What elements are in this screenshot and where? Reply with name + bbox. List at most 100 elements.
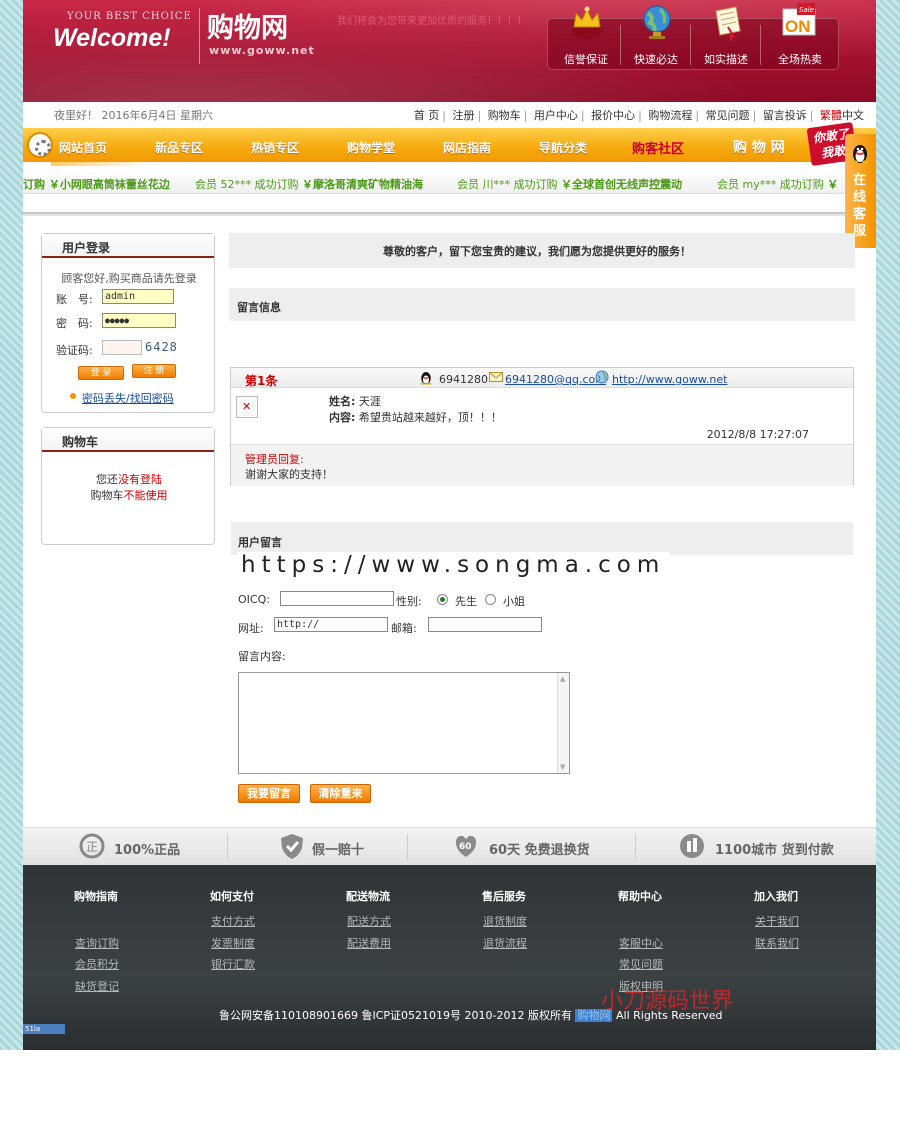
cod-city-icon bbox=[680, 834, 704, 858]
shield-check-icon bbox=[281, 834, 303, 859]
register-button[interactable]: 注 册 bbox=[132, 364, 176, 378]
email-input[interactable] bbox=[428, 617, 542, 632]
nav-school[interactable]: 购物学堂 bbox=[347, 139, 395, 156]
ticker-item[interactable]: 会员 52*** 成功订购 ￥摩洛哥清爽矿物精油海 bbox=[195, 176, 423, 192]
reset-form-button[interactable]: 清除重来 bbox=[310, 784, 371, 803]
gender-label: 性别: bbox=[396, 595, 422, 608]
message-email-link[interactable]: 6941280@qq.com bbox=[505, 373, 606, 386]
return-60-icon: 60 bbox=[455, 835, 477, 857]
footer-link[interactable]: 常见问题 bbox=[619, 956, 663, 972]
captcha-input[interactable] bbox=[102, 340, 142, 355]
gender-female-label[interactable]: 小姐 bbox=[503, 593, 525, 609]
stats-badge[interactable]: 51la bbox=[23, 1024, 65, 1034]
footer-link[interactable]: 联系我们 bbox=[755, 935, 799, 951]
oicq-input[interactable] bbox=[280, 591, 394, 606]
top-bar: 夜里好！ 2016年6月4日 星期六 首 页 | 注册 | 购物车 | 用户中心 | 报… bbox=[23, 102, 876, 124]
nav-brand[interactable]: 购 物 网 bbox=[733, 137, 785, 157]
watermark-text: https://www.songma.com bbox=[237, 552, 670, 578]
content-label: 留言内容: bbox=[238, 650, 286, 663]
nav-community[interactable]: 购客社区 bbox=[632, 138, 684, 157]
footer-col-title: 帮助中心 bbox=[618, 890, 662, 903]
cart-box: 购物车 您还没有登陆 购物车不能使用 bbox=[41, 427, 215, 545]
content-textarea[interactable] bbox=[238, 672, 570, 774]
globe-icon bbox=[643, 5, 671, 39]
cart-title: 购物车 bbox=[62, 435, 99, 449]
nav-category[interactable]: 导航分类 bbox=[539, 139, 587, 156]
badge-fast[interactable]: 快速必达 bbox=[622, 5, 690, 71]
background-left bbox=[0, 0, 23, 1050]
notice-text: 尊敬的客户，留下您宝贵的建议，我们愿为您提供更好的服务！ bbox=[383, 245, 691, 258]
password-input[interactable]: ●●●●● bbox=[102, 313, 176, 328]
toplink-user-center[interactable]: 用户中心 bbox=[534, 109, 578, 122]
submit-message-button[interactable]: 我要留言 bbox=[238, 784, 300, 803]
genuine-icon: 正 bbox=[79, 833, 105, 859]
nav-hot[interactable]: 热销专区 bbox=[251, 139, 299, 156]
captcha-image[interactable]: 6428 bbox=[145, 340, 178, 354]
ticker-item[interactable]: 会员 my*** 成功订购 ￥ bbox=[717, 176, 838, 192]
notice-strip: 尊敬的客户，留下您宝贵的建议，我们愿为您提供更好的服务！ bbox=[229, 233, 855, 268]
toplink-faq[interactable]: 常见问题 bbox=[706, 109, 750, 122]
toplink-cart[interactable]: 购物车 bbox=[488, 109, 521, 122]
form-title: 用户留言 bbox=[238, 536, 282, 549]
login-button[interactable]: 登 录 bbox=[78, 366, 124, 380]
footer-link[interactable]: 配送方式 bbox=[347, 913, 391, 929]
top-links: 首 页 | 注册 | 购物车 | 用户中心 | 报价中心 | 购物流程 | 常见问题 | 留言… bbox=[413, 109, 864, 122]
badge-describe[interactable]: 如实描述 bbox=[692, 6, 760, 71]
lost-password-link[interactable]: 密码丢失/找回密码 bbox=[70, 390, 174, 406]
scroll-icon bbox=[715, 6, 741, 41]
below-page-area bbox=[0, 1050, 900, 1133]
nav-new[interactable]: 新品专区 bbox=[155, 139, 203, 156]
footer-link[interactable]: 查询订购 bbox=[75, 935, 119, 951]
home-gear-icon bbox=[27, 132, 53, 158]
footer-link[interactable]: 关于我们 bbox=[755, 913, 799, 929]
footer-link[interactable]: 支付方式 bbox=[211, 913, 255, 929]
badge-sale[interactable]: Sale ON 全场热卖 bbox=[766, 3, 834, 71]
toplink-traditional[interactable]: 繁體 bbox=[820, 109, 842, 122]
gender-male-radio[interactable] bbox=[437, 594, 448, 605]
footer-link[interactable]: 退货制度 bbox=[483, 913, 527, 929]
nav-guide[interactable]: 网店指南 bbox=[443, 139, 491, 156]
broken-image-icon bbox=[236, 396, 258, 418]
textarea-scrollbar[interactable] bbox=[557, 673, 569, 773]
ticker-item[interactable]: 会员 川*** 成功订购 ￥全球首创无线声控震动 bbox=[457, 176, 682, 192]
toplink-register[interactable]: 注册 bbox=[452, 109, 474, 122]
url-input[interactable]: http:// bbox=[274, 617, 388, 632]
gender-male-label[interactable]: 先生 bbox=[455, 593, 477, 609]
message-name: 姓名: 天涯 bbox=[329, 395, 381, 408]
logo-site-name[interactable]: 购物网 bbox=[207, 6, 288, 45]
toplink-simplified[interactable]: 中文 bbox=[842, 109, 864, 122]
toplink-shopping-flow[interactable]: 购物流程 bbox=[648, 109, 692, 122]
badge-credit[interactable]: 信誉保证 bbox=[552, 6, 620, 71]
toplink-home[interactable]: 首 页 bbox=[414, 109, 440, 122]
nav-home[interactable]: 网站首页 bbox=[59, 139, 107, 156]
url-label: 网址: bbox=[238, 622, 264, 635]
footer-link[interactable]: 退货流程 bbox=[483, 935, 527, 951]
sale-on-icon: Sale ON bbox=[782, 3, 816, 36]
footer-col-title: 购物指南 bbox=[74, 890, 118, 903]
footer-link[interactable]: 发票制度 bbox=[211, 935, 255, 951]
footer-link[interactable]: 会员积分 bbox=[75, 956, 119, 972]
ticker-item[interactable]: 订购 ￥小网眼高筒袜蕾丝花边 bbox=[23, 176, 170, 192]
crown-icon bbox=[572, 6, 602, 39]
login-title: 用户登录 bbox=[62, 241, 111, 255]
copyright-link[interactable]: 购物网 bbox=[575, 1009, 613, 1022]
footer-col-title: 加入我们 bbox=[754, 890, 798, 903]
password-label: 密 码: bbox=[56, 317, 93, 330]
main-nav: 网站首页 新品专区 热销专区 购物学堂 网店指南 导航分类 购客社区 购 物 网 bbox=[23, 128, 876, 162]
logo-welcome[interactable]: Welcome! bbox=[53, 24, 171, 53]
account-input[interactable]: admin bbox=[102, 289, 174, 304]
footer-link[interactable]: 客服中心 bbox=[619, 935, 663, 951]
footer-link[interactable]: 缺货登记 bbox=[75, 978, 119, 994]
login-tip: 顾客您好,购买商品请先登录 bbox=[61, 272, 197, 285]
logo-url: www.goww.net bbox=[209, 44, 315, 57]
message-item: 第1条 6941280 6941280@qq.com http://www.go… bbox=[230, 367, 854, 486]
footer-link[interactable]: 配送费用 bbox=[347, 935, 391, 951]
footer-copyright: 鲁公网安备110108901669 鲁ICP证0521019号 2010-201… bbox=[219, 1009, 723, 1022]
message-url-link[interactable]: http://www.goww.net bbox=[612, 373, 727, 386]
footer-link[interactable]: 银行汇款 bbox=[211, 956, 255, 972]
toplink-quote-center[interactable]: 报价中心 bbox=[591, 109, 635, 122]
captcha-label: 验证码: bbox=[56, 344, 93, 357]
toplink-complaint[interactable]: 留言投诉 bbox=[763, 109, 807, 122]
online-service-button[interactable]: 在线客服 bbox=[845, 134, 876, 248]
gender-female-radio[interactable] bbox=[485, 594, 496, 605]
